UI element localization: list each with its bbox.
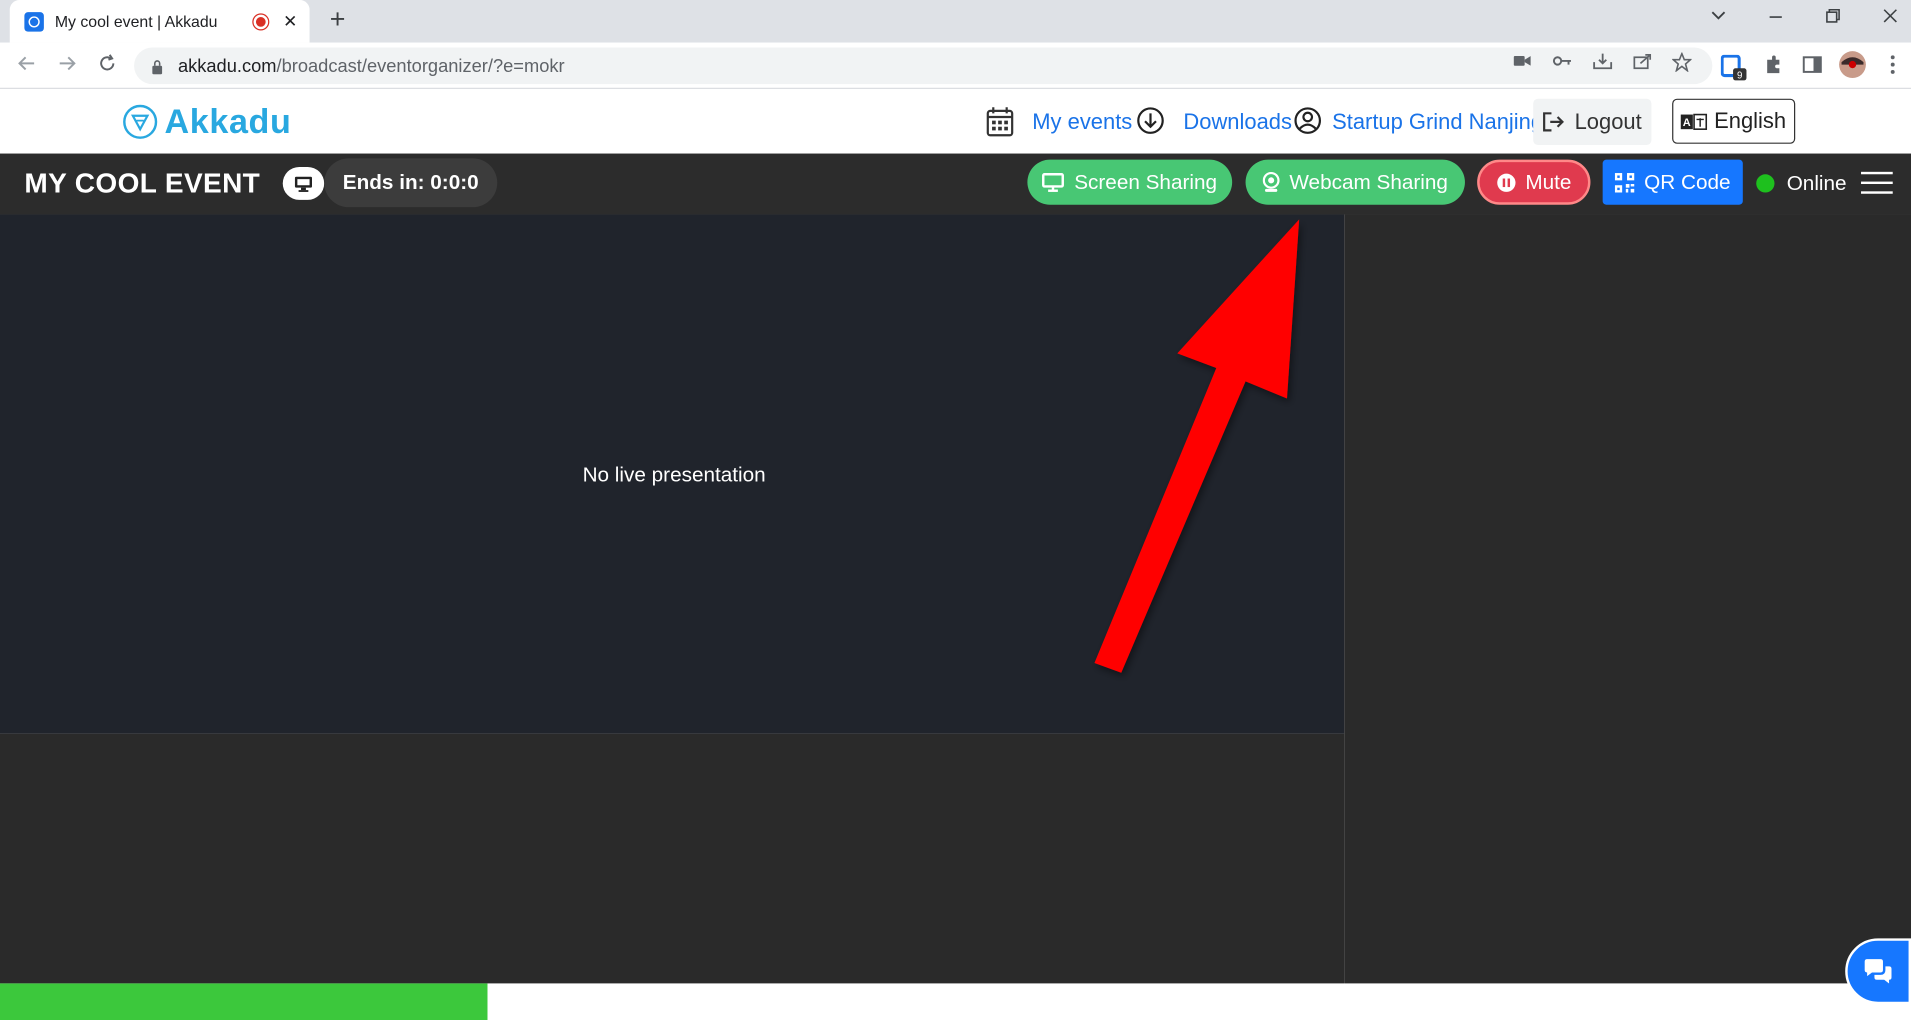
url-path: /broadcast/eventorganizer/?e=mokr	[276, 55, 565, 77]
extension-shield-icon[interactable]: 9	[1720, 54, 1748, 88]
address-bar[interactable]: akkadu.com/broadcast/eventorganizer/?e=m…	[134, 47, 1713, 85]
back-icon[interactable]	[16, 52, 38, 80]
language-selector[interactable]: A English	[1672, 98, 1796, 144]
site-header: Akkadu My events Downloads Startup Grind…	[0, 88, 1911, 154]
extensions-puzzle-icon[interactable]	[1764, 55, 1784, 81]
mute-button[interactable]: Mute	[1477, 159, 1591, 205]
webcam-icon	[1262, 171, 1280, 193]
screen-sharing-button[interactable]: Screen Sharing	[1027, 159, 1233, 205]
calendar-icon[interactable]	[986, 106, 1014, 144]
logo-text: Akkadu	[164, 102, 292, 141]
nav-downloads[interactable]: Downloads	[1183, 110, 1292, 136]
new-tab-button[interactable]: +	[324, 5, 351, 33]
qr-code-label: QR Code	[1644, 170, 1731, 194]
install-icon[interactable]	[1593, 52, 1613, 73]
logout-button[interactable]: Logout	[1533, 98, 1652, 146]
profile-avatar-icon[interactable]	[1838, 50, 1867, 85]
chat-button[interactable]	[1845, 938, 1911, 1005]
chat-icon	[1862, 958, 1894, 985]
monitor-icon	[1042, 172, 1065, 192]
online-status-label: Online	[1786, 171, 1847, 195]
no-presentation-message: No live presentation	[582, 463, 766, 487]
webcam-sharing-button[interactable]: Webcam Sharing	[1245, 159, 1465, 205]
browser-tab[interactable]: My cool event | Akkadu ✕	[9, 0, 310, 43]
side-panel-icon[interactable]	[1802, 55, 1823, 81]
language-label: English	[1714, 108, 1787, 133]
menu-icon[interactable]	[1861, 171, 1893, 194]
akkadu-logo-icon	[123, 104, 158, 139]
pause-icon	[1496, 172, 1516, 192]
language-icon: A	[1681, 113, 1708, 130]
mute-label: Mute	[1525, 170, 1572, 194]
logout-icon	[1543, 112, 1565, 132]
restore-icon[interactable]	[1824, 7, 1841, 29]
close-window-icon[interactable]	[1882, 7, 1899, 29]
camera-icon[interactable]	[1513, 52, 1531, 71]
url-host: akkadu.com	[177, 55, 277, 77]
browser-tab-strip: My cool event | Akkadu ✕ +	[0, 0, 1911, 43]
recording-indicator-icon	[253, 14, 269, 29]
svg-text:A: A	[1683, 117, 1691, 129]
screen-sharing-label: Screen Sharing	[1074, 170, 1218, 194]
countdown-timer: Ends in: 0:0:0	[324, 158, 498, 208]
minimize-icon[interactable]	[1767, 7, 1784, 29]
lower-panel	[0, 733, 1345, 984]
logout-label: Logout	[1574, 109, 1642, 134]
bookmark-star-icon[interactable]	[1671, 51, 1693, 75]
extension-badge: 9	[1737, 71, 1742, 82]
nav-account[interactable]: Startup Grind Nanjing	[1332, 110, 1543, 136]
event-toolbar: MY COOL EVENT Ends in: 0:0:0 Screen Shar…	[0, 153, 1911, 215]
presentation-monitor-icon[interactable]	[282, 166, 325, 200]
progress-bar	[0, 983, 488, 1020]
nav-my-events[interactable]: My events	[1032, 110, 1132, 136]
qr-code-button[interactable]: QR Code	[1602, 159, 1743, 205]
webcam-sharing-label: Webcam Sharing	[1289, 170, 1448, 194]
tab-close-icon[interactable]: ✕	[283, 11, 297, 32]
online-status-indicator	[1756, 174, 1775, 193]
akkadu-favicon-icon	[24, 11, 44, 32]
qr-icon	[1614, 172, 1635, 192]
forward-icon[interactable]	[56, 52, 78, 80]
browser-menu-icon[interactable]	[1890, 55, 1895, 81]
side-panel	[1344, 214, 1911, 984]
share-icon[interactable]	[1633, 52, 1653, 73]
akkadu-logo[interactable]: Akkadu	[123, 102, 291, 141]
user-icon[interactable]	[1293, 106, 1322, 141]
browser-toolbar: akkadu.com/broadcast/eventorganizer/?e=m…	[0, 42, 1911, 89]
event-title: MY COOL EVENT	[24, 166, 261, 199]
key-icon[interactable]	[1552, 52, 1573, 71]
reload-icon[interactable]	[96, 52, 118, 80]
download-icon[interactable]	[1136, 106, 1165, 141]
tab-title: My cool event | Akkadu	[54, 12, 218, 31]
tab-search-icon[interactable]	[1710, 7, 1727, 29]
lock-icon	[151, 58, 163, 75]
